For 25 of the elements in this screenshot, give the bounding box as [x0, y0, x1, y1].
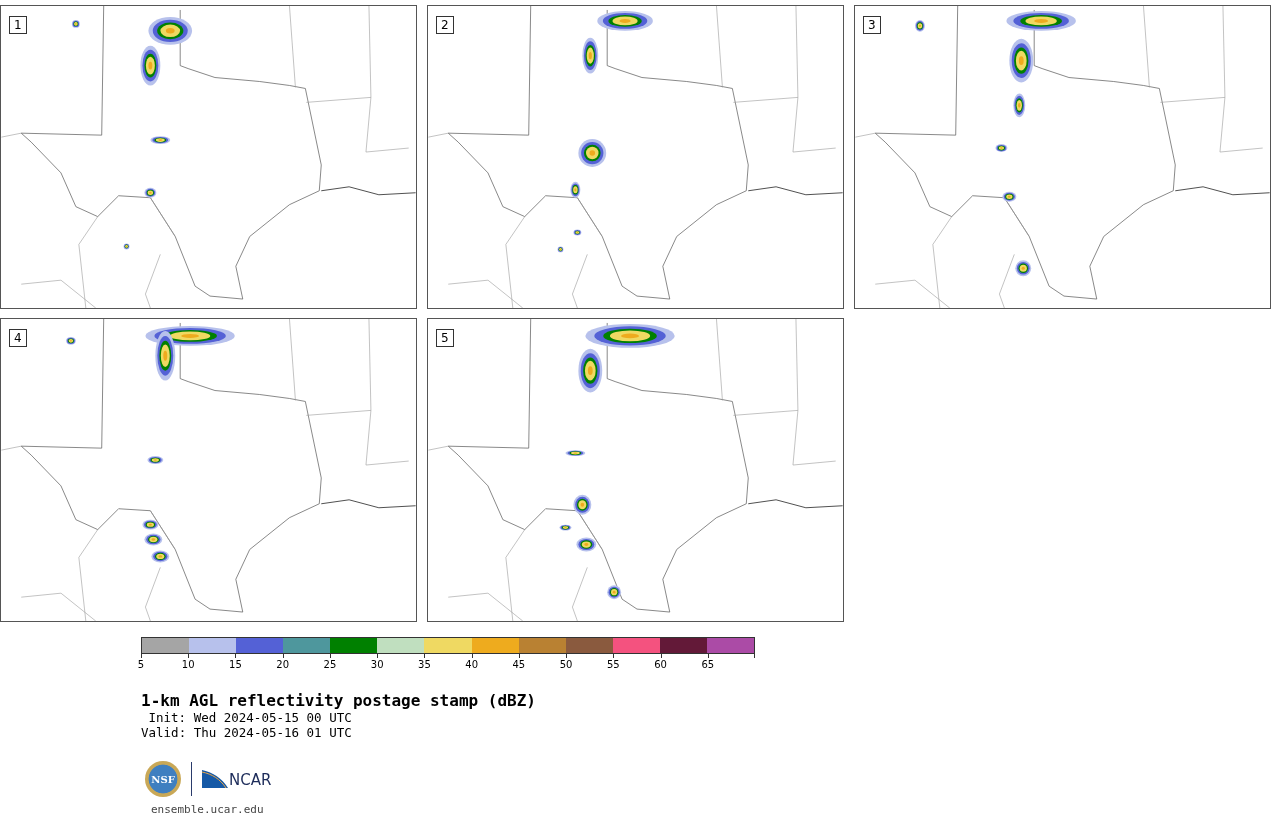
tick-label: 30: [370, 659, 384, 670]
panel-number: 1: [9, 16, 27, 34]
tick-label: 10: [181, 659, 195, 670]
nsf-logo: NSF: [145, 761, 181, 797]
panel-number: 3: [863, 16, 881, 34]
tick-label: 40: [465, 659, 478, 670]
tick-label: 55: [607, 659, 620, 670]
tick-label: 25: [323, 659, 337, 670]
panel-number: 4: [9, 329, 27, 347]
tick-label: 5: [137, 659, 145, 670]
valid-time: Valid: Thu 2024-05-16 01 UTC: [141, 725, 353, 740]
tick-label: 45: [512, 659, 526, 670]
init-time: Init: Wed 2024-05-15 00 UTC: [147, 710, 353, 725]
footer-url: ensemble.ucar.edu: [151, 803, 265, 815]
tick-label: 65: [701, 659, 715, 670]
tick-label: 35: [418, 659, 431, 670]
panel-number: 2: [436, 16, 454, 34]
ncar-logo: NCAR: [229, 773, 272, 788]
tick-label: 50: [559, 659, 573, 670]
panel-number: 5: [436, 329, 454, 347]
tick-label: 60: [654, 659, 667, 670]
chart-title: 1-km AGL reflectivity postage stamp (dBZ): [141, 691, 537, 710]
tick-label: 20: [276, 659, 290, 670]
tick-label: 15: [229, 659, 242, 670]
swoosh-icon: [202, 770, 228, 788]
